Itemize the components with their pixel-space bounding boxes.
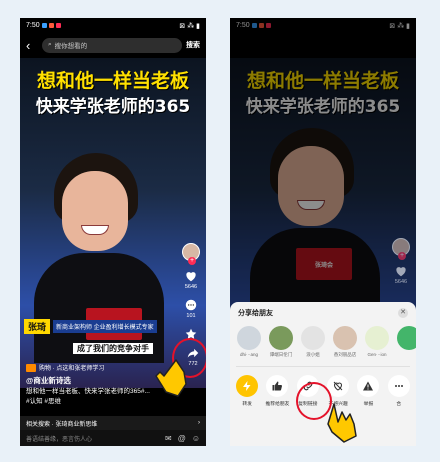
dislike-icon [333, 381, 343, 391]
like-button[interactable]: 5646 [184, 269, 198, 290]
status-time: 7:50 [26, 22, 40, 29]
search-placeholder: 搜你想看的 [54, 43, 88, 50]
comment-input-bar[interactable]: 善语结善缘，恶言伤人心 ✉ @ ☺ [20, 430, 206, 446]
warning-icon [363, 381, 374, 391]
phone-screen-video: 7:50 ⊠ ⁂ ▮ ‹ ⌕ 搜你想看的 搜索 想和他一样当老板 快来学张老师的… [20, 18, 206, 446]
comment-icon [185, 299, 197, 311]
avatar [365, 326, 389, 350]
related-search-bar[interactable]: 相关搜索 · 张琦商业新思维 › [20, 416, 206, 430]
mention-icon[interactable]: @ [178, 434, 186, 443]
friend-item[interactable]: Gen···ion [364, 326, 390, 358]
emoji-icon[interactable]: ☺ [192, 434, 200, 443]
search-button[interactable]: 搜索 [186, 40, 200, 50]
forward-button[interactable]: 转发 [234, 375, 260, 407]
friend-item[interactable]: 香刘丽品店 [332, 326, 358, 358]
friend-item[interactable] [396, 326, 416, 358]
shopping-cart-icon [26, 363, 36, 372]
more-icon [394, 385, 403, 387]
avatar [269, 326, 293, 350]
video-sidebar: 5646 [390, 238, 412, 285]
lightning-icon [243, 381, 251, 391]
speaker-role: 新商业架构师 企业盈利增长模式专家 [53, 319, 157, 333]
back-icon[interactable]: ‹ [26, 38, 38, 53]
search-row: ‹ ⌕ 搜你想看的 搜索 [20, 34, 206, 56]
heart-icon [396, 267, 406, 277]
speaker-name: 张琦 [24, 318, 51, 334]
search-input[interactable]: ⌕ 搜你想看的 [42, 37, 182, 53]
system-icons: ⊠ ⁂ ▮ [179, 22, 200, 30]
like-count: 5646 [184, 284, 198, 290]
related-search-text: 相关搜索 · 张琦商业新思维 [26, 421, 98, 428]
search-icon: ⌕ [48, 41, 52, 48]
author-avatar [392, 238, 410, 260]
recommend-button[interactable]: 推荐给朋友 [264, 375, 290, 407]
video-title-line2: 快来学张老师的365 [35, 97, 191, 117]
avatar [301, 326, 325, 350]
video-title-line1: 想和他一样当老板 [36, 70, 189, 92]
status-bar: 7:50 ⊠ ⁂ ▮ [20, 18, 206, 33]
comment-button[interactable]: 101 [184, 298, 198, 319]
like-button: 5646 [394, 264, 408, 285]
speaker-name-bar: 张琦 新商业架构师 企业盈利增长模式专家 [20, 318, 206, 334]
friend-list: dhi···ang 谭端日伦门 浪小姐 香刘丽品店 Gen···ion [230, 318, 416, 358]
avatar [397, 326, 416, 350]
notification-icon [41, 23, 47, 28]
heart-icon [186, 272, 196, 282]
notification-icon [55, 23, 61, 28]
pointer-hand-icon [327, 403, 357, 443]
share-sheet: 分享给朋友 ✕ dhi···ang 谭端日伦门 浪小姐 香刘丽品店 Gen···… [230, 302, 416, 446]
friend-item[interactable]: dhi···ang [236, 326, 262, 358]
share-sheet-title: 分享给朋友 [238, 310, 273, 317]
image-icon[interactable]: ✉ [165, 434, 172, 443]
friend-item[interactable]: 浪小姐 [300, 326, 326, 358]
phone-screen-share-sheet: 7:50 ⊠ ⁂ ▮ 想和他一样当老板 快来学张老师的365 张琦会 5646 … [230, 18, 416, 446]
avatar [333, 326, 357, 350]
close-icon[interactable]: ✕ [398, 308, 408, 318]
comment-placeholder: 善语结善缘，恶言伤人心 [26, 436, 93, 443]
chevron-right-icon: › [198, 420, 200, 426]
video-player[interactable]: 想和他一样当老板 快来学张老师的365 张琦会 5646 101 张琦 [20, 58, 206, 388]
notification-icon [48, 23, 54, 28]
pointer-hand-icon [155, 359, 187, 397]
author-avatar[interactable] [182, 243, 200, 265]
more-button[interactable]: 合 [386, 375, 412, 407]
friend-item[interactable]: 谭端日伦门 [268, 326, 294, 358]
avatar [237, 326, 261, 350]
thumbs-up-icon [272, 381, 283, 391]
